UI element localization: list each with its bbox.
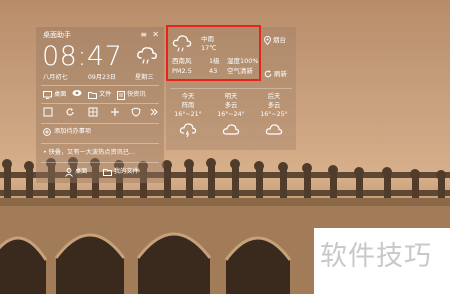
widget-title: 桌面助手 xyxy=(43,31,71,39)
forecast-day: 后天 xyxy=(267,93,281,100)
forecast-day: 明天 xyxy=(224,93,238,100)
highlight-box xyxy=(166,25,261,81)
document-icon xyxy=(117,90,125,100)
forecast-tomorrow: 明天 多云 16°~24° xyxy=(211,92,251,138)
more-icon[interactable] xyxy=(149,107,159,117)
cloud-icon xyxy=(137,47,157,64)
nav-files[interactable]: 文件 xyxy=(88,89,111,101)
forecast-condition: 阵雨 xyxy=(181,102,195,109)
nav-desktop-label: 桌面 xyxy=(54,91,67,98)
folder-icon xyxy=(103,169,112,176)
cloud-icon xyxy=(265,124,283,135)
refresh-button[interactable]: 刷新 xyxy=(264,69,287,79)
menu-icon[interactable]: ≡ xyxy=(140,30,147,40)
widget-toolbar xyxy=(43,107,159,119)
forecast-day: 今天 xyxy=(181,93,195,100)
forecast-range: 16°~24° xyxy=(217,111,245,118)
refresh-label: 刷新 xyxy=(274,70,287,78)
desktop-assistant-widget: 桌面助手 ≡ ✕ 08:47 八月初七 09月23日 星期三 桌面 文件 快资讯… xyxy=(36,27,164,183)
grid-icon[interactable] xyxy=(88,107,98,117)
rain-cloud-icon xyxy=(179,123,197,138)
person-icon xyxy=(65,167,73,177)
folder-icon xyxy=(88,92,97,99)
forecast-today: 今天 阵雨 16°~21° xyxy=(168,92,208,138)
square-icon[interactable] xyxy=(43,107,53,117)
plus-icon[interactable] xyxy=(110,107,120,117)
cloud-icon xyxy=(222,124,240,135)
desktop-wallpaper: 桌面助手 ≡ ✕ 08:47 八月初七 09月23日 星期三 桌面 文件 快资讯… xyxy=(0,0,450,294)
watermark-text: 软件技巧 xyxy=(320,241,432,272)
monitor-icon xyxy=(43,91,52,99)
nav-eye[interactable] xyxy=(72,89,82,97)
divider xyxy=(41,143,159,144)
forecast-condition: 多云 xyxy=(267,102,281,109)
footer-my-files[interactable]: 我的文件 xyxy=(103,166,139,178)
nav-desktop[interactable]: 桌面 xyxy=(43,89,66,101)
nav-news-label: 快资讯 xyxy=(127,91,146,98)
city-label: 烟台 xyxy=(273,36,286,44)
divider xyxy=(41,85,159,86)
date-row: 八月初七 09月23日 星期三 xyxy=(43,73,161,83)
location-pin-icon xyxy=(264,35,271,45)
solar-date: 09月23日 xyxy=(88,74,117,81)
clock-time: 08:47 xyxy=(42,41,123,72)
footer-desktop-label: 桌面 xyxy=(75,168,88,175)
divider xyxy=(41,103,159,104)
widget-footer: 桌面 我的文件 xyxy=(43,166,159,178)
widget-nav: 桌面 文件 快资讯 xyxy=(43,89,159,101)
divider xyxy=(41,162,159,163)
divider xyxy=(41,123,159,124)
shield-icon[interactable] xyxy=(131,107,141,117)
refresh-icon[interactable] xyxy=(65,107,75,117)
weekday: 星期三 xyxy=(135,74,154,81)
close-icon[interactable]: ✕ xyxy=(152,30,159,40)
add-todo-button[interactable]: 添加待办事项 xyxy=(43,127,91,137)
refresh-icon xyxy=(264,70,272,78)
nav-news[interactable]: 快资讯 xyxy=(117,89,146,101)
news-ticker[interactable]: • 快叠，又有一大波热点资讯已... xyxy=(43,148,159,158)
city-selector[interactable]: 烟台 xyxy=(264,35,286,45)
forecast-range: 16°~21° xyxy=(174,111,202,118)
lunar-date: 八月初七 xyxy=(43,74,68,81)
eye-icon xyxy=(72,90,82,96)
forecast-day-after: 后天 多云 16°~25° xyxy=(254,92,294,138)
forecast-range: 16°~25° xyxy=(260,111,288,118)
nav-files-label: 文件 xyxy=(99,91,112,98)
watermark: 软件技巧 xyxy=(314,228,450,294)
forecast-condition: 多云 xyxy=(224,102,238,109)
footer-my-files-label: 我的文件 xyxy=(114,168,139,175)
add-todo-label: 添加待办事项 xyxy=(54,128,92,135)
divider xyxy=(170,88,292,89)
footer-desktop[interactable]: 桌面 xyxy=(65,166,87,178)
plus-circle-icon xyxy=(43,128,51,136)
